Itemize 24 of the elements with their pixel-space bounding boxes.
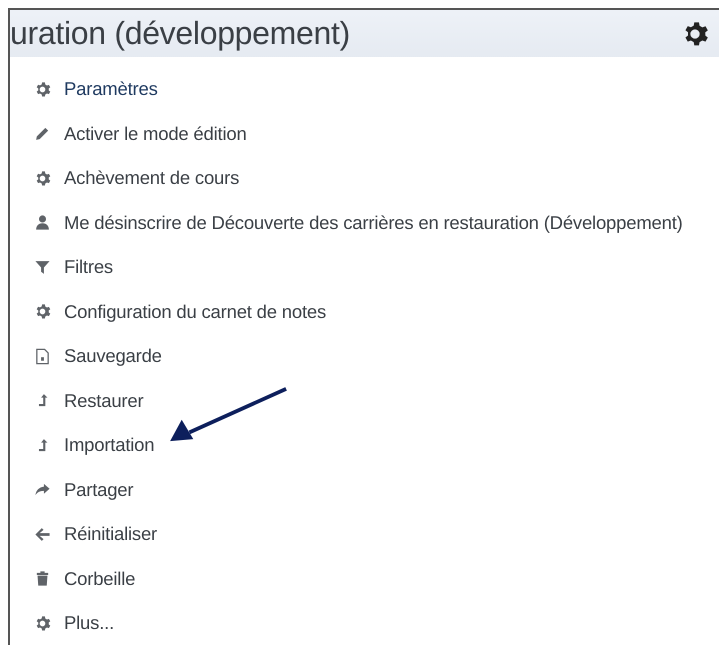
gear-icon: [34, 80, 51, 98]
menu-link[interactable]: Me désinscrire de Découverte des carrières en restauration (Développement): [64, 212, 683, 234]
gear-icon: [34, 303, 51, 320]
file-icon: [34, 348, 51, 365]
menu-link[interactable]: Paramètres: [64, 78, 158, 100]
menu-link[interactable]: Filtres: [64, 256, 113, 278]
menu-link[interactable]: Achèvement de cours: [64, 167, 240, 190]
menu-link[interactable]: Configuration du carnet de notes: [64, 300, 326, 323]
gear-icon: [34, 614, 51, 632]
page-title: uration (développement): [10, 15, 350, 52]
user-icon: [34, 214, 51, 232]
menu-link[interactable]: Réinitialiser: [64, 523, 158, 546]
menu-link[interactable]: Corbeille: [64, 568, 136, 590]
menu-link[interactable]: Plus...: [64, 612, 114, 634]
filter-icon: [34, 258, 51, 276]
menu-link[interactable]: Activer le mode édition: [64, 122, 247, 145]
menu-link[interactable]: Sauvegarde: [64, 345, 162, 368]
menu-link[interactable]: Importation: [64, 434, 154, 456]
menu-link[interactable]: Partager: [64, 478, 134, 501]
menu-link[interactable]: Restaurer: [64, 390, 144, 412]
trash-icon: [34, 570, 51, 588]
pencil-icon: [34, 125, 51, 142]
gear-icon: [34, 170, 51, 187]
left-arrow-icon: [34, 526, 51, 543]
